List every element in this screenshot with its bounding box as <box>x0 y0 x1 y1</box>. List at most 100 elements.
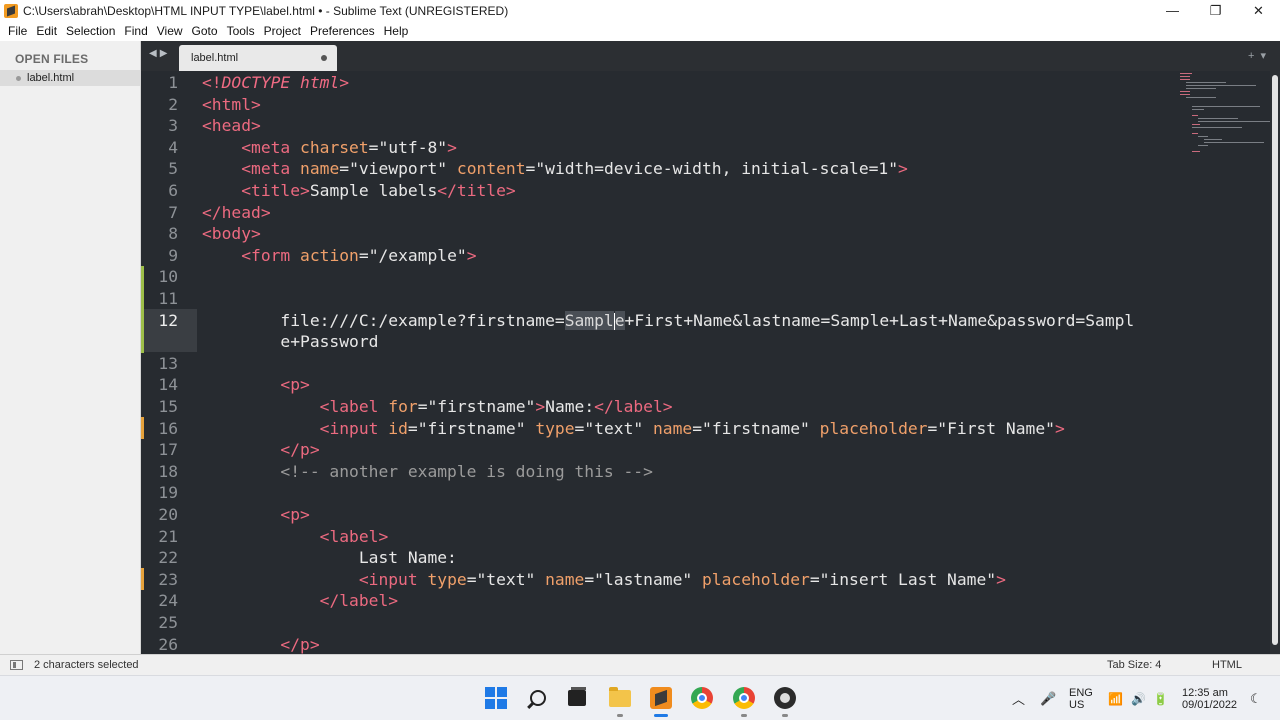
code-line[interactable]: 14 <p> <box>141 374 1270 396</box>
restore-button[interactable]: ❐ <box>1194 0 1237 21</box>
line-code: <input id="firstname" type="text" name="… <box>202 418 1065 440</box>
code-line[interactable]: 25 <box>141 612 1270 634</box>
unsaved-dot-icon[interactable] <box>321 55 327 61</box>
code-line[interactable]: 4 <meta charset="utf-8"> <box>141 137 1270 159</box>
line-number: 2 <box>168 94 178 114</box>
line-code: <!DOCTYPE html> <box>202 72 349 94</box>
code-line[interactable]: 13 <box>141 353 1270 375</box>
wifi-icon[interactable]: 📶 <box>1108 676 1123 721</box>
scrollbar-thumb[interactable] <box>1272 75 1278 645</box>
close-button[interactable]: ✕ <box>1237 0 1280 21</box>
tab-size-selector[interactable]: Tab Size: 4 <box>1107 659 1161 671</box>
code-line[interactable]: 22 Last Name: <box>141 547 1270 569</box>
code-token: charset <box>300 137 369 157</box>
syntax-selector[interactable]: HTML <box>1212 659 1242 671</box>
start-icon[interactable] <box>484 686 508 710</box>
sidebar-file-label-html[interactable]: label.html <box>0 70 140 86</box>
code-line[interactable]: 20 <p> <box>141 504 1270 526</box>
task-view-icon[interactable] <box>565 686 589 710</box>
code-line[interactable]: 11 <box>141 288 1270 310</box>
code-line[interactable]: 9 <form action="/example"> <box>141 245 1270 267</box>
menu-find[interactable]: Find <box>124 24 147 38</box>
code-token: > <box>466 245 477 265</box>
code-line[interactable]: 18 <!-- another example is doing this --… <box>141 461 1270 483</box>
menu-help[interactable]: Help <box>384 24 409 38</box>
sublime-text-icon[interactable] <box>649 686 673 710</box>
tab-label-html[interactable]: label.html <box>179 45 337 71</box>
code-line[interactable]: 19 <box>141 482 1270 504</box>
notification-icon[interactable]: ☾ <box>1250 676 1262 721</box>
chrome-icon[interactable] <box>690 686 714 710</box>
menu-edit[interactable]: Edit <box>36 24 57 38</box>
code-token: "/example" <box>368 245 467 265</box>
code-token: "lastname" <box>594 569 702 589</box>
code-line[interactable]: 16 <input id="firstname" type="text" nam… <box>141 418 1270 440</box>
code-line[interactable]: e+Password <box>141 331 1270 353</box>
menu-view[interactable]: View <box>157 24 183 38</box>
menu-selection[interactable]: Selection <box>66 24 115 38</box>
tab-menu-icons[interactable]: +▾ <box>1248 49 1272 62</box>
clock[interactable]: 12:35 am 09/01/2022 <box>1182 676 1237 721</box>
menu-file[interactable]: File <box>8 24 27 38</box>
code-token: file:///C:/example?firstname= <box>202 310 565 330</box>
code-line[interactable]: 7 </head> <box>141 202 1270 224</box>
code-line[interactable]: 15 <label for="firstname">Name:</label> <box>141 396 1270 418</box>
line-code: </p> <box>202 439 319 461</box>
microphone-icon[interactable]: 🎤 <box>1040 676 1056 721</box>
code-token: </head> <box>202 202 271 222</box>
input-language[interactable]: ENG US <box>1069 676 1093 721</box>
file-explorer-icon[interactable] <box>608 686 632 710</box>
volume-icon[interactable]: 🔊 <box>1131 676 1146 721</box>
code-token: type <box>535 418 575 438</box>
code-line[interactable]: 10 <box>141 266 1270 288</box>
obs-icon[interactable] <box>773 686 797 710</box>
menu-preferences[interactable]: Preferences <box>310 24 375 38</box>
code-line[interactable]: 6 <title>Sample labels</title> <box>141 180 1270 202</box>
code-token: "firstname" <box>427 397 536 416</box>
code-token: </label> <box>319 591 399 611</box>
code-editor[interactable]: 1 <!DOCTYPE html> 2 <html> 3 <head> 4 <meta ch… <box>141 71 1270 654</box>
line-number: 10 <box>158 267 178 287</box>
chrome-profile-icon[interactable] <box>732 686 756 710</box>
sidebar: OPEN FILES label.html <box>0 41 141 654</box>
code-line[interactable]: 17 </p> <box>141 439 1270 461</box>
vertical-scrollbar[interactable] <box>1270 71 1280 654</box>
tab-strip: ◀▶ label.html +▾ <box>141 41 1280 71</box>
code-token: name <box>545 569 585 589</box>
search-icon[interactable] <box>526 686 550 710</box>
code-token: placeholder <box>819 418 928 438</box>
minimize-button[interactable]: — <box>1151 0 1194 21</box>
toggle-sidebar-icon[interactable] <box>10 660 23 670</box>
code-line[interactable]: 1 <!DOCTYPE html> <box>141 72 1270 94</box>
code-line[interactable]: 2 <html> <box>141 94 1270 116</box>
code-line[interactable]: 23 <input type="text" name="lastname" pl… <box>141 569 1270 591</box>
line-number: 13 <box>158 353 178 373</box>
menu-goto[interactable]: Goto <box>192 24 218 38</box>
menu-tools[interactable]: Tools <box>227 24 255 38</box>
code-line[interactable]: 24 </label> <box>141 590 1270 612</box>
line-number: 5 <box>168 159 178 179</box>
code-line[interactable]: 3 <head> <box>141 115 1270 137</box>
minimap[interactable] <box>1180 73 1270 153</box>
code-line[interactable]: 8 <body> <box>141 223 1270 245</box>
code-token: = <box>407 418 418 438</box>
status-bar: 2 characters selected Tab Size: 4 HTML <box>0 654 1280 675</box>
menu-project[interactable]: Project <box>264 24 301 38</box>
line-number: 11 <box>158 289 178 308</box>
code-line[interactable]: 21 <label> <box>141 526 1270 548</box>
lang-code: ENG <box>1069 686 1093 699</box>
code-token: "firstname" <box>702 418 820 438</box>
line-number: 1 <box>168 73 178 92</box>
code-line[interactable]: 26 </p> <box>141 634 1270 654</box>
tab-nav-arrows-icon[interactable]: ◀▶ <box>149 48 170 59</box>
show-hidden-icons-icon[interactable]: ︿ <box>1012 676 1025 721</box>
line-code: e+Password <box>202 331 378 353</box>
battery-icon[interactable]: 🔋 <box>1153 676 1168 721</box>
code-token: > <box>996 569 1006 589</box>
code-line[interactable]: 12 file:///C:/example?firstname=Sample+F… <box>141 310 1270 332</box>
code-line[interactable]: 5 <meta name="viewport" content="width=d… <box>141 158 1270 180</box>
